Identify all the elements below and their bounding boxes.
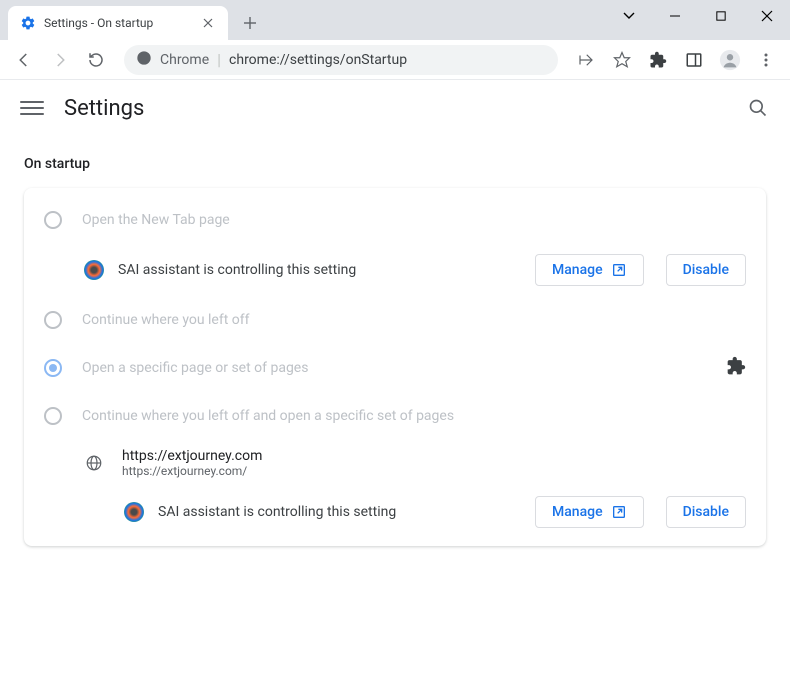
window-titlebar: Settings - On startup bbox=[0, 0, 790, 40]
reload-button[interactable] bbox=[80, 44, 112, 76]
controlled-banner: SAI assistant is controlling this settin… bbox=[24, 486, 766, 538]
manage-button[interactable]: Manage bbox=[535, 496, 644, 528]
close-button[interactable] bbox=[744, 0, 790, 32]
page-url: https://extjourney.com bbox=[122, 448, 262, 464]
browser-toolbar: Chrome | chrome://settings/onStartup bbox=[0, 40, 790, 80]
disable-button[interactable]: Disable bbox=[666, 254, 746, 286]
window-controls bbox=[606, 0, 790, 32]
open-external-icon bbox=[611, 504, 627, 520]
back-button[interactable] bbox=[8, 44, 40, 76]
option-label: Continue where you left off bbox=[82, 312, 746, 328]
url-scheme: Chrome bbox=[160, 52, 209, 68]
manage-button[interactable]: Manage bbox=[535, 254, 644, 286]
controlled-banner: SAI assistant is controlling this settin… bbox=[24, 244, 766, 296]
manage-label: Manage bbox=[552, 504, 603, 520]
option-label: Open a specific page or set of pages bbox=[82, 360, 706, 376]
browser-tab[interactable]: Settings - On startup bbox=[8, 6, 228, 40]
extension-icon bbox=[84, 260, 104, 280]
radio-icon[interactable] bbox=[44, 311, 62, 329]
chrome-icon bbox=[136, 50, 152, 70]
globe-icon bbox=[84, 453, 104, 473]
controlled-text: SAI assistant is controlling this settin… bbox=[158, 504, 521, 520]
manage-label: Manage bbox=[552, 262, 603, 278]
radio-icon[interactable] bbox=[44, 407, 62, 425]
startup-page-row: https://extjourney.com https://extjourne… bbox=[24, 440, 766, 486]
forward-button[interactable] bbox=[44, 44, 76, 76]
hamburger-icon[interactable] bbox=[20, 96, 44, 120]
option-continue-specific[interactable]: Continue where you left off and open a s… bbox=[24, 392, 766, 440]
search-icon[interactable] bbox=[746, 96, 770, 120]
settings-content: On startup Open the New Tab page SAI ass… bbox=[0, 136, 790, 566]
minimize-button[interactable] bbox=[652, 0, 698, 32]
profile-icon[interactable] bbox=[714, 44, 746, 76]
close-icon[interactable] bbox=[200, 15, 216, 31]
open-external-icon bbox=[611, 262, 627, 278]
disable-button[interactable]: Disable bbox=[666, 496, 746, 528]
option-specific[interactable]: Open a specific page or set of pages bbox=[24, 344, 766, 392]
url-path: chrome://settings/onStartup bbox=[229, 52, 407, 68]
new-tab-button[interactable] bbox=[236, 9, 264, 37]
extension-icon bbox=[124, 502, 144, 522]
startup-card: Open the New Tab page SAI assistant is c… bbox=[24, 188, 766, 546]
option-label: Open the New Tab page bbox=[82, 212, 746, 228]
maximize-button[interactable] bbox=[698, 0, 744, 32]
section-title: On startup bbox=[24, 156, 766, 172]
chevron-down-icon[interactable] bbox=[606, 0, 652, 32]
option-label: Continue where you left off and open a s… bbox=[82, 408, 746, 424]
share-icon[interactable] bbox=[570, 44, 602, 76]
radio-icon[interactable] bbox=[44, 211, 62, 229]
page-title: Settings bbox=[64, 96, 726, 121]
extensions-icon[interactable] bbox=[642, 44, 674, 76]
tab-title: Settings - On startup bbox=[44, 16, 192, 30]
menu-icon[interactable] bbox=[750, 44, 782, 76]
option-new-tab[interactable]: Open the New Tab page bbox=[24, 196, 766, 244]
option-continue[interactable]: Continue where you left off bbox=[24, 296, 766, 344]
puzzle-icon bbox=[726, 356, 746, 380]
disable-label: Disable bbox=[683, 262, 729, 278]
bookmark-icon[interactable] bbox=[606, 44, 638, 76]
url-divider: | bbox=[217, 50, 221, 69]
disable-label: Disable bbox=[683, 504, 729, 520]
radio-icon[interactable] bbox=[44, 359, 62, 377]
address-bar[interactable]: Chrome | chrome://settings/onStartup bbox=[124, 45, 558, 75]
side-panel-icon[interactable] bbox=[678, 44, 710, 76]
gear-icon bbox=[20, 15, 36, 31]
settings-header: Settings bbox=[0, 80, 790, 136]
page-url-full: https://extjourney.com/ bbox=[122, 464, 262, 478]
controlled-text: SAI assistant is controlling this settin… bbox=[118, 262, 521, 278]
